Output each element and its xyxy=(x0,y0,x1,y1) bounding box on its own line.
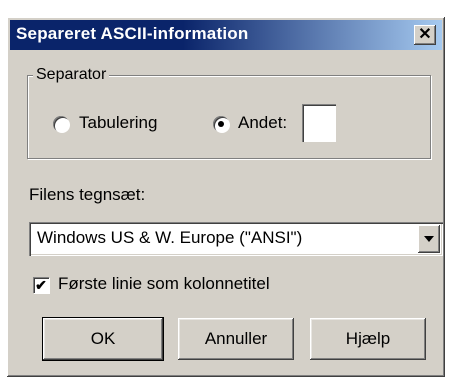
ok-button[interactable]: OK xyxy=(42,317,164,361)
radio-tabulering-label[interactable]: Tabulering xyxy=(79,113,157,133)
close-icon: ✕ xyxy=(418,26,432,43)
close-button[interactable]: ✕ xyxy=(414,25,436,45)
charset-selected-value: Windows US & W. Europe ("ANSI") xyxy=(37,228,303,247)
title-bar[interactable]: Separeret ASCII-information ✕ xyxy=(10,20,442,50)
check-icon: ✔ xyxy=(35,277,47,293)
radio-tabulering[interactable] xyxy=(53,116,69,132)
cancel-button[interactable]: Annuller xyxy=(178,318,294,360)
first-row-header-label[interactable]: Første linie som kolonnetitel xyxy=(58,274,270,294)
help-button[interactable]: Hjælp xyxy=(310,318,426,360)
charset-label: Filens tegnsæt: xyxy=(29,185,146,204)
other-separator-input[interactable] xyxy=(302,104,336,142)
dialog-title: Separeret ASCII-information xyxy=(16,24,249,43)
separator-group-label: Separator xyxy=(33,66,110,84)
charset-select[interactable]: Windows US & W. Europe ("ANSI") xyxy=(29,222,443,256)
radio-andet-label[interactable]: Andet: xyxy=(238,113,287,133)
chevron-down-icon[interactable] xyxy=(418,225,440,253)
radio-andet[interactable] xyxy=(213,116,229,132)
first-row-header-checkbox[interactable]: ✔ xyxy=(33,277,49,293)
